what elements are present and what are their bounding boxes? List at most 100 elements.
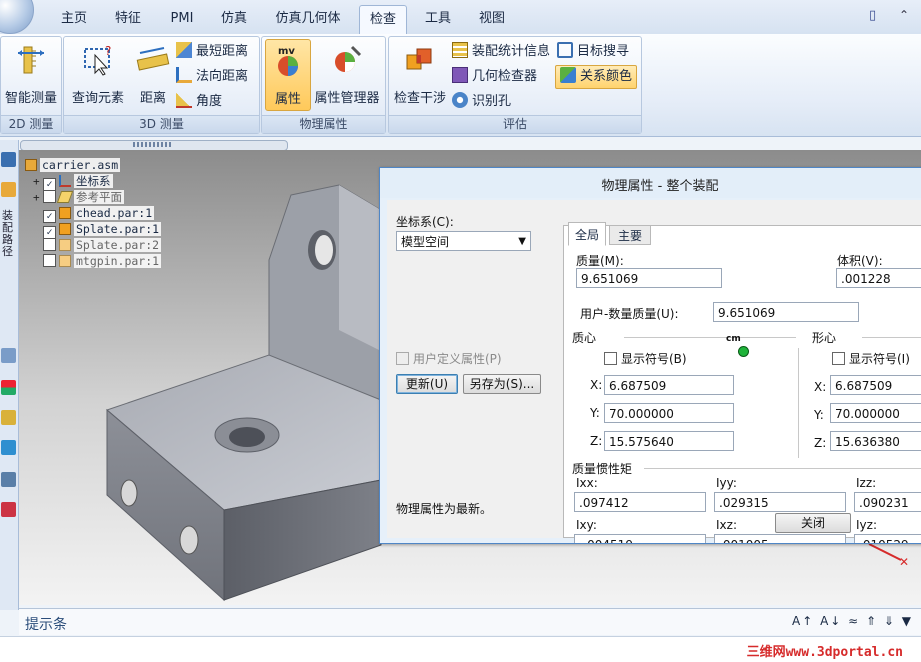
tree-item-mtgpin-1[interactable]: mtgpin.par:1	[43, 253, 162, 269]
com-x-label: X:	[590, 378, 603, 392]
settings-gear-icon[interactable]	[1, 472, 16, 487]
volume-field[interactable]: .001228	[836, 268, 921, 288]
reference-plane-icon	[56, 191, 74, 203]
show-com-symbol-box[interactable]	[604, 352, 617, 365]
close-button[interactable]: 关闭	[775, 513, 851, 533]
izz-field[interactable]: .090231	[854, 492, 921, 512]
centroid-z-field[interactable]: 15.636380	[830, 431, 921, 451]
geometry-inspector-button[interactable]: 几何检查器	[452, 66, 537, 88]
tab-features[interactable]: 特征	[108, 8, 148, 30]
tab-pmi[interactable]: PMI	[162, 8, 202, 30]
show-centroid-symbol-checkbox[interactable]: 显示符号(I)	[832, 350, 910, 367]
distance-button[interactable]: 距离	[132, 39, 174, 109]
left-tool-strip: 装配路径	[0, 140, 19, 610]
group-label-3d-measure: 3D 测量	[64, 115, 259, 133]
divider	[624, 337, 796, 338]
shortest-distance-icon	[176, 42, 192, 58]
com-symbol-icon	[738, 346, 749, 357]
user-defined-properties-checkbox: 用户定义属性(P)	[396, 350, 502, 367]
tree-item-coordinate-systems[interactable]: + ✓ 坐标系	[33, 173, 113, 191]
target-finder-button[interactable]: 目标搜寻	[557, 41, 629, 63]
dialog-titlebar[interactable]: 物理属性 - 整个装配	[380, 168, 921, 198]
properties-button[interactable]: mv 属性	[265, 39, 311, 111]
parts-library-icon[interactable]	[1, 182, 16, 197]
relation-color-icon	[560, 67, 576, 83]
tab-view[interactable]: 视图	[472, 8, 512, 30]
tree-root[interactable]: carrier.asm	[25, 157, 121, 173]
shortest-distance-button[interactable]: 最短距离	[176, 41, 248, 63]
com-x-field[interactable]: 6.687509	[604, 375, 734, 395]
assembly-stats-button[interactable]: 装配统计信息	[452, 41, 550, 63]
prompt-bar: 提示条 A↑ A↓ ≈ ⇑ ⇓ ▼	[19, 608, 921, 635]
ixy-field[interactable]: -.004519	[574, 534, 706, 543]
ixz-label: Ixz:	[716, 518, 737, 532]
centroid-y-field[interactable]: 70.000000	[830, 403, 921, 423]
property-manager-button[interactable]: 属性管理器	[312, 39, 382, 109]
dialog-body: 坐标系(C): 模型空间 ▼ 用户定义属性(P) 更新(U) 另存为(S)...…	[387, 200, 921, 543]
splitter-grip[interactable]	[133, 142, 173, 147]
smart-measure-button[interactable]: 智能测量	[1, 39, 61, 109]
side-tab-assembly-path[interactable]: 装配路径	[2, 210, 16, 258]
angle-button[interactable]: 角度	[176, 91, 222, 113]
tab-inspect[interactable]: 检查	[359, 5, 407, 35]
update-button[interactable]: 更新(U)	[396, 374, 458, 394]
com-unit-label: cm	[726, 334, 741, 344]
com-z-field[interactable]: 15.575640	[604, 431, 734, 451]
display-config-icon[interactable]	[1, 380, 16, 395]
assembly-icon	[25, 159, 37, 171]
tree-item-splate-1[interactable]: ✓ Splate.par:1	[43, 221, 162, 239]
visibility-checkbox[interactable]	[43, 238, 56, 251]
group-physical-properties: mv 属性 属性管理器 物理属性	[261, 36, 386, 134]
prompt-bar-tools[interactable]: A↑ A↓ ≈ ⇑ ⇓ ▼	[792, 614, 913, 628]
group-label-physical-properties: 物理属性	[262, 115, 385, 133]
interference-check-label: 检查干涉	[393, 91, 446, 106]
mass-field[interactable]: 9.651069	[576, 268, 722, 288]
sensor-icon[interactable]	[1, 410, 16, 425]
visibility-checkbox[interactable]	[43, 254, 56, 267]
centroid-label: 形心	[812, 331, 837, 345]
relation-color-button[interactable]: 关系颜色	[555, 65, 638, 89]
iyy-field[interactable]: .029315	[714, 492, 846, 512]
show-centroid-symbol-box[interactable]	[832, 352, 845, 365]
tab-global[interactable]: 全局	[568, 222, 606, 246]
show-com-symbol-checkbox[interactable]: 显示符号(B)	[604, 350, 687, 367]
save-as-button[interactable]: 另存为(S)...	[463, 374, 541, 394]
user-mass-label: 用户-数量质量(U):	[580, 307, 679, 321]
iyz-field[interactable]: .010529	[854, 534, 921, 543]
triad-x-axis	[868, 543, 902, 561]
assembly-panel-icon[interactable]	[1, 152, 16, 167]
normal-distance-button[interactable]: 法向距离	[176, 66, 248, 88]
tree-item-reference-planes[interactable]: + 参考平面	[33, 189, 124, 205]
svg-text:mv: mv	[278, 46, 295, 57]
ixz-field[interactable]: .001005	[714, 534, 846, 543]
family-table-icon[interactable]	[1, 502, 16, 517]
user-defined-checkbox-box	[396, 352, 409, 365]
query-element-button[interactable]: ? 查询元素	[66, 39, 130, 109]
tab-simulation-geometry[interactable]: 仿真几何体	[268, 8, 348, 30]
divider	[644, 468, 921, 469]
chevron-up-icon[interactable]: ⌃	[899, 8, 915, 24]
centroid-x-field[interactable]: 6.687509	[830, 375, 921, 395]
color-manager-icon[interactable]	[1, 440, 16, 455]
ixx-field[interactable]: .097412	[574, 492, 706, 512]
application-menu-button[interactable]	[0, 0, 34, 34]
identify-holes-button[interactable]: 识别孔	[452, 91, 511, 113]
iyy-label: Iyy:	[716, 476, 737, 490]
expander-icon[interactable]: +	[33, 190, 43, 206]
tree-item-splate-2[interactable]: Splate.par:2	[43, 237, 162, 253]
tree-item-chead-1[interactable]: ✓ chead.par:1	[43, 205, 155, 223]
layers-icon[interactable]	[1, 348, 16, 363]
expander-icon[interactable]: +	[33, 174, 43, 190]
help-book-icon[interactable]: ▯	[869, 8, 885, 24]
tab-home[interactable]: 主页	[54, 8, 94, 30]
user-mass-field[interactable]: 9.651069	[713, 302, 859, 322]
tab-main[interactable]: 主要	[609, 225, 651, 245]
tab-tools[interactable]: 工具	[418, 8, 458, 30]
ixx-label: Ixx:	[576, 476, 598, 490]
visibility-checkbox[interactable]	[43, 190, 56, 203]
coordinate-system-select[interactable]: 模型空间 ▼	[396, 231, 531, 251]
interference-check-button[interactable]: 检查干涉	[391, 39, 449, 109]
com-y-field[interactable]: 70.000000	[604, 403, 734, 423]
group-2d-measure: 智能测量 2D 测量	[0, 36, 62, 134]
tab-simulation[interactable]: 仿真	[214, 8, 254, 30]
